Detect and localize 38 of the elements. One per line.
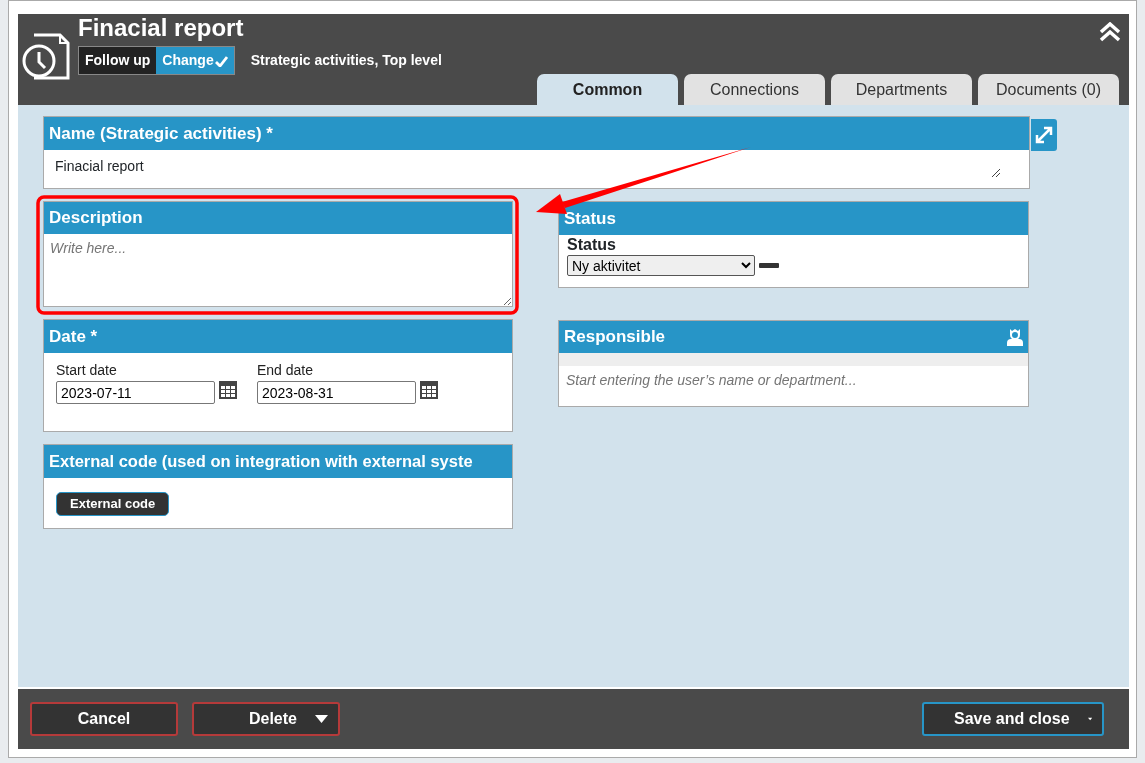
panel-header: Status <box>559 202 1028 235</box>
clock-document-icon <box>22 32 72 82</box>
check-icon <box>214 55 228 67</box>
external-code-button[interactable]: External code <box>56 492 170 516</box>
calendar-icon[interactable] <box>219 381 237 399</box>
footer-button[interactable]: Save and close <box>922 702 1104 736</box>
status-dropdown[interactable]: Ny aktivitet <box>567 255 755 276</box>
field-label: Status <box>567 235 617 255</box>
field-label: End date <box>257 361 315 380</box>
date-field[interactable]: 2023-08-31 <box>257 381 416 404</box>
mode-toggle[interactable]: Follow up Change <box>78 46 235 75</box>
description-field[interactable]: Write here... <box>43 234 513 307</box>
tab[interactable]: Departments <box>831 74 972 105</box>
name-field[interactable]: Finacial report <box>44 150 1029 188</box>
footer-button[interactable]: Delete <box>192 702 340 736</box>
dash-icon <box>759 263 779 268</box>
panel-header: Description <box>43 201 513 234</box>
caret-icon <box>1087 715 1092 723</box>
footer-button[interactable]: Cancel <box>30 702 178 736</box>
panel-header: External code (used on integration with external syste <box>44 445 512 478</box>
responsible-field[interactable]: Start entering the user’s name or department... <box>558 366 1029 407</box>
panel-header: Name (Strategic activities) * <box>44 117 1029 150</box>
expand-button[interactable] <box>1031 119 1057 151</box>
expand-icon <box>1035 126 1053 144</box>
caret-icon <box>315 715 328 723</box>
window-title: Finacial report <box>78 14 245 42</box>
person-icon[interactable] <box>1007 328 1023 346</box>
tab[interactable]: Documents (0) <box>978 74 1119 105</box>
date-field[interactable]: 2023-07-11 <box>56 381 215 404</box>
collapse-icon[interactable] <box>1099 22 1121 42</box>
calendar-icon[interactable] <box>420 381 438 399</box>
breadcrumb: Strategic activities, Top level <box>250 51 442 70</box>
tab[interactable]: Connections <box>684 74 825 105</box>
panel-title: Responsible <box>564 326 666 349</box>
tab[interactable]: Common <box>537 74 678 105</box>
panel-header: Date * <box>44 320 512 353</box>
resize-handle-icon[interactable] <box>991 168 1001 178</box>
field-label: Start date <box>56 361 118 380</box>
